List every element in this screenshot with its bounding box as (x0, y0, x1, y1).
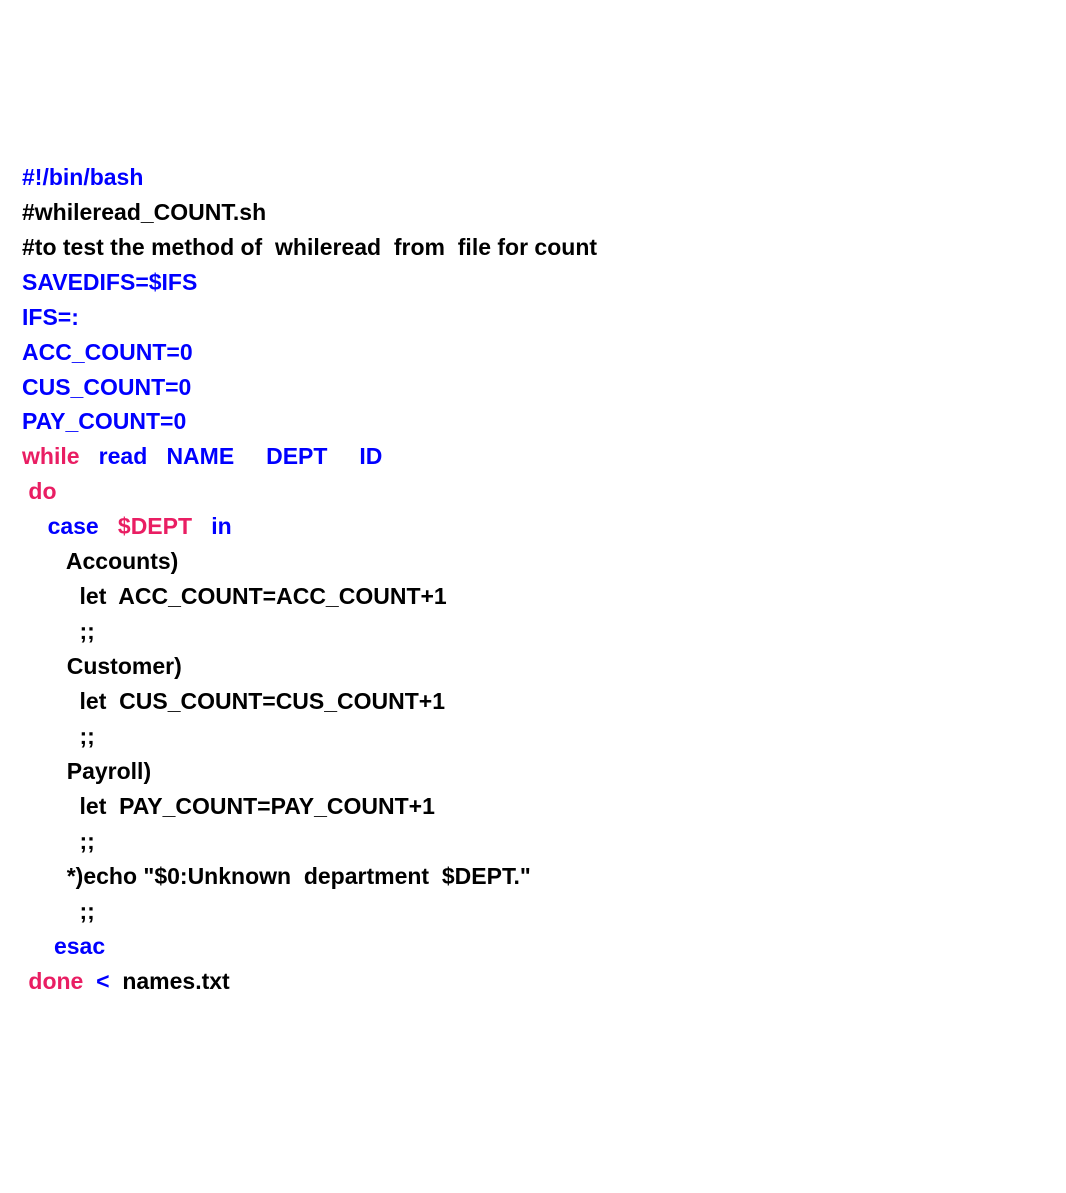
code-block: #!/bin/bash #whileread_COUNT.sh #to test t… (22, 160, 1044, 999)
code-token: ;; (80, 618, 95, 644)
code-line: let PAY_COUNT=PAY_COUNT+1 (22, 789, 1044, 824)
code-token: ;; (80, 723, 95, 749)
code-token: case (48, 513, 99, 539)
code-line: Customer) (22, 649, 1044, 684)
code-token: esac (54, 933, 105, 959)
code-line: do (22, 474, 1044, 509)
code-line: *)echo "$0:Unknown department $DEPT." (22, 859, 1044, 894)
code-token: IFS=: (22, 304, 79, 330)
code-token: in (192, 513, 232, 539)
code-line: ;; (22, 894, 1044, 929)
code-token: SAVEDIFS=$IFS (22, 269, 197, 295)
code-token: read NAME DEPT ID (80, 443, 383, 469)
code-line: ;; (22, 824, 1044, 859)
code-token: Customer) (67, 653, 182, 679)
code-token: let PAY_COUNT=PAY_COUNT+1 (80, 793, 435, 819)
code-line: ;; (22, 614, 1044, 649)
code-token: done (28, 968, 83, 994)
code-token: CUS_COUNT=0 (22, 374, 191, 400)
code-token: < (83, 968, 109, 994)
code-line: let CUS_COUNT=CUS_COUNT+1 (22, 684, 1044, 719)
code-line: #to test the method of whileread from fi… (22, 230, 1044, 265)
code-line: #!/bin/bash (22, 160, 1044, 195)
code-token: #to test the method of whileread from fi… (22, 234, 597, 260)
code-line: SAVEDIFS=$IFS (22, 265, 1044, 300)
code-line: ACC_COUNT=0 (22, 335, 1044, 370)
code-token: while (22, 443, 80, 469)
code-line: case $DEPT in (22, 509, 1044, 544)
code-token: ;; (80, 898, 95, 924)
code-line: CUS_COUNT=0 (22, 370, 1044, 405)
code-line: let ACC_COUNT=ACC_COUNT+1 (22, 579, 1044, 614)
code-line: done < names.txt (22, 964, 1044, 999)
code-line: Accounts) (22, 544, 1044, 579)
code-line: while read NAME DEPT ID (22, 439, 1044, 474)
code-token: Accounts) (66, 548, 178, 574)
code-line: PAY_COUNT=0 (22, 404, 1044, 439)
code-token: $DEPT (99, 513, 192, 539)
code-line: IFS=: (22, 300, 1044, 335)
code-token: ACC_COUNT=0 (22, 339, 193, 365)
code-token: PAY_COUNT=0 (22, 408, 186, 434)
code-token: ;; (80, 828, 95, 854)
code-token: do (28, 478, 56, 504)
code-token: *)echo "$0:Unknown department $DEPT." (67, 863, 531, 889)
code-token: Payroll) (67, 758, 151, 784)
code-token: let CUS_COUNT=CUS_COUNT+1 (80, 688, 446, 714)
code-line: ;; (22, 719, 1044, 754)
code-token: #whileread_COUNT.sh (22, 199, 266, 225)
code-line: Payroll) (22, 754, 1044, 789)
code-token: let ACC_COUNT=ACC_COUNT+1 (80, 583, 447, 609)
code-line: esac (22, 929, 1044, 964)
code-line: #whileread_COUNT.sh (22, 195, 1044, 230)
code-token: #!/bin/bash (22, 164, 143, 190)
code-token: names.txt (110, 968, 230, 994)
